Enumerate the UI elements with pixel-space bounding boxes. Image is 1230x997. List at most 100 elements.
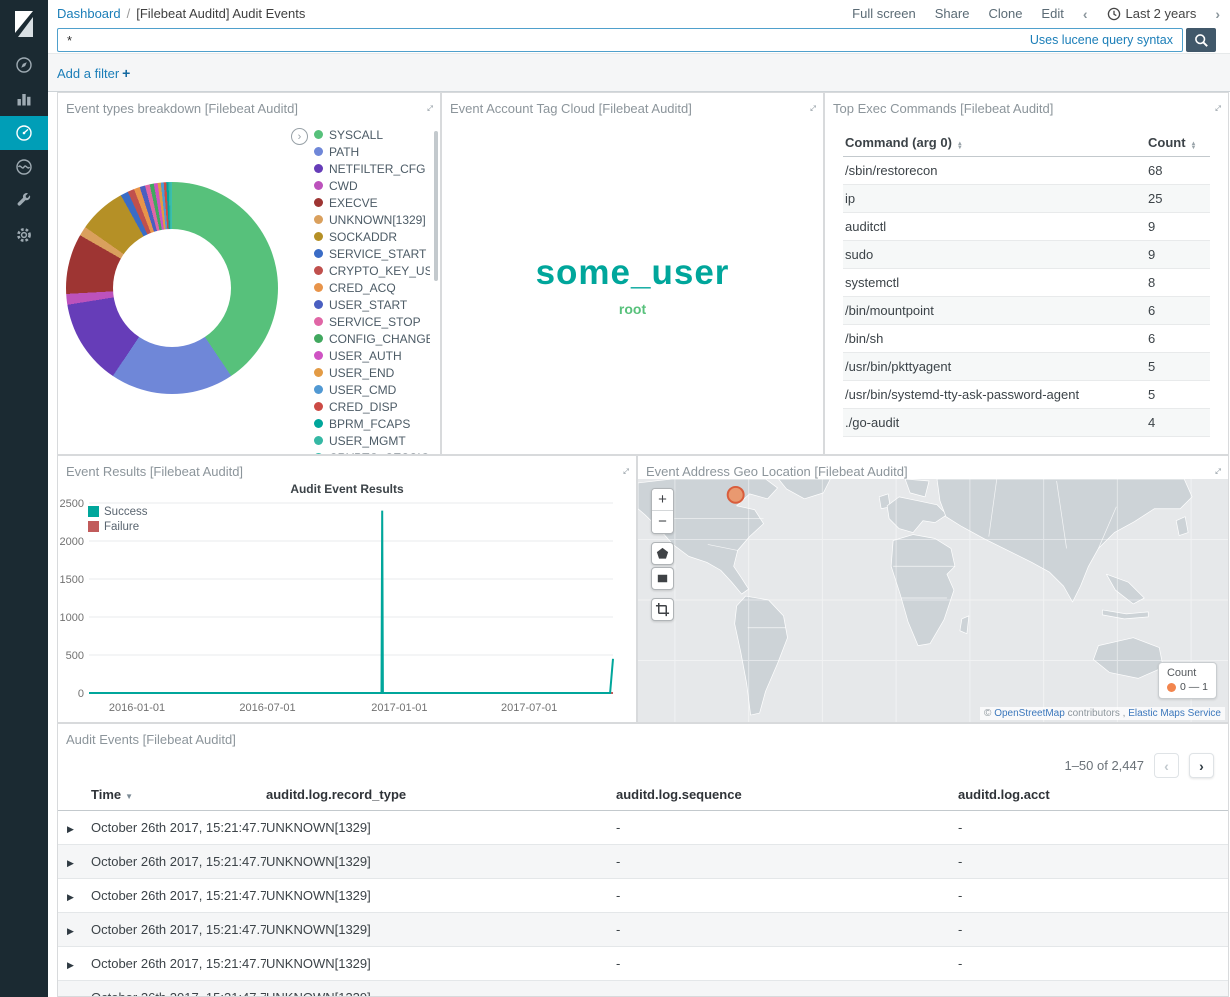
legend-item[interactable]: CWD	[314, 177, 430, 194]
expand-icon: ↔	[1207, 460, 1227, 480]
search-button[interactable]	[1186, 28, 1216, 52]
series-legend-item[interactable]: Failure	[88, 519, 147, 534]
event-results-plot[interactable]: 050010001500200025002016-01-012016-07-01…	[58, 456, 637, 723]
legend-item[interactable]: CRYPTO_KEY_USER	[314, 262, 430, 279]
legend-item[interactable]: CRED_ACQ	[314, 279, 430, 296]
legend-item[interactable]: CRYPTO_SESSION	[314, 449, 430, 454]
legend-item[interactable]: CONFIG_CHANGE	[314, 330, 430, 347]
expand-row-button[interactable]: ▶	[67, 926, 74, 936]
gear-icon	[15, 226, 33, 244]
full-screen-button[interactable]: Full screen	[852, 6, 916, 21]
expand-panel-button[interactable]: ↔	[805, 99, 818, 114]
expand-panel-button[interactable]: ↔	[422, 99, 435, 114]
legend-label: EXECVE	[329, 196, 378, 210]
column-header-count[interactable]: Count▲▼	[1146, 129, 1210, 157]
column-header-command[interactable]: Command (arg 0)▲▼	[843, 129, 1146, 157]
panel-top-exec: Top Exec Commands [Filebeat Auditd] ↔ Co…	[824, 92, 1229, 455]
sidebar-item-timelion[interactable]	[0, 150, 48, 184]
acct-cell: -	[958, 981, 1228, 997]
sidebar-item-dashboard[interactable]	[0, 116, 48, 150]
sidebar-item-management[interactable]	[0, 218, 48, 252]
legend-item[interactable]: SOCKADDR	[314, 228, 430, 245]
series-legend-item[interactable]: Success	[88, 504, 147, 519]
legend-item[interactable]: USER_END	[314, 364, 430, 381]
legend-scrollbar[interactable]	[434, 131, 438, 281]
query-input[interactable]: * Uses lucene query syntax	[57, 28, 1183, 52]
exec-command-cell: /usr/bin/pkttyagent	[843, 353, 1146, 381]
main-chrome: Dashboard / [Filebeat Auditd] Audit Even…	[48, 0, 1230, 997]
draw-polygon-button[interactable]	[651, 542, 674, 565]
exec-table-row: /bin/mountpoint 6	[843, 297, 1210, 325]
legend-item[interactable]: SYSCALL	[314, 126, 430, 143]
openstreetmap-link[interactable]: OpenStreetMap	[994, 708, 1065, 719]
clock-icon	[1107, 7, 1121, 21]
page-title: [Filebeat Auditd] Audit Events	[136, 6, 305, 21]
column-header-sequence[interactable]: auditd.log.sequence	[616, 779, 958, 811]
prev-page-button[interactable]: ‹	[1154, 753, 1179, 778]
geo-map[interactable]: + −	[638, 479, 1228, 722]
time-prev-button[interactable]: ‹	[1083, 6, 1088, 22]
legend-item[interactable]: PATH	[314, 143, 430, 160]
expand-row-button[interactable]: ▶	[67, 892, 74, 902]
audit-events-table: Time▼ auditd.log.record_type auditd.log.…	[58, 779, 1228, 997]
time-cell: October 26th 2017, 15:21:47.728	[91, 947, 266, 981]
clone-button[interactable]: Clone	[988, 6, 1022, 21]
zoom-out-button[interactable]: −	[652, 511, 673, 533]
edit-button[interactable]: Edit	[1041, 6, 1063, 21]
column-header-time[interactable]: Time▼	[91, 779, 266, 811]
time-next-button[interactable]: ›	[1215, 6, 1220, 22]
legend-item[interactable]: SERVICE_START	[314, 245, 430, 262]
expand-panel-button[interactable]: ↔	[618, 462, 631, 477]
expand-panel-button[interactable]: ↔	[1210, 462, 1223, 477]
zoom-in-button[interactable]: +	[652, 489, 673, 511]
share-button[interactable]: Share	[935, 6, 970, 21]
sidebar-item-visualize[interactable]	[0, 82, 48, 116]
app-nav	[0, 48, 48, 252]
exec-command-cell: sudo	[843, 241, 1146, 269]
column-header-acct[interactable]: auditd.log.acct	[958, 779, 1228, 811]
sidebar-item-dev-tools[interactable]	[0, 184, 48, 218]
legend-toggle-button[interactable]: ›	[291, 128, 308, 145]
column-header-record-type[interactable]: auditd.log.record_type	[266, 779, 616, 811]
breadcrumb-dashboard-link[interactable]: Dashboard	[57, 6, 121, 21]
legend-item[interactable]: USER_MGMT	[314, 432, 430, 449]
expand-row-button[interactable]: ▶	[67, 824, 74, 834]
tag-cloud-term[interactable]: some_user	[536, 253, 730, 293]
exec-command-cell: /sbin/restorecon	[843, 157, 1146, 185]
legend-item[interactable]: EXECVE	[314, 194, 430, 211]
next-page-button[interactable]: ›	[1189, 753, 1214, 778]
sequence-cell: -	[616, 845, 958, 879]
pagination-range: 1–50 of 2,447	[1064, 758, 1144, 773]
legend-item[interactable]: BPRM_FCAPS	[314, 415, 430, 432]
lucene-syntax-link[interactable]: Uses lucene query syntax	[1030, 33, 1173, 47]
exec-command-cell: /usr/bin/systemd-tty-ask-password-agent	[843, 381, 1146, 409]
legend-label: SERVICE_STOP	[329, 315, 421, 329]
legend-item[interactable]: USER_START	[314, 296, 430, 313]
exec-table-row: auditctl 9	[843, 213, 1210, 241]
geo-point-marker[interactable]	[728, 487, 744, 503]
expand-row-button[interactable]: ▶	[67, 960, 74, 970]
event-types-donut[interactable]	[66, 182, 278, 394]
legend-item[interactable]: CRED_DISP	[314, 398, 430, 415]
sidebar-item-discover[interactable]	[0, 48, 48, 82]
query-value[interactable]: *	[67, 33, 1030, 48]
legend-item[interactable]: UNKNOWN[1329]	[314, 211, 430, 228]
crop-button[interactable]	[651, 598, 674, 621]
expand-panel-button[interactable]: ↔	[1210, 99, 1223, 114]
tag-cloud-term[interactable]: root	[619, 301, 646, 317]
kibana-logo[interactable]	[0, 0, 48, 48]
legend-item[interactable]: SERVICE_STOP	[314, 313, 430, 330]
bar-chart-icon	[15, 90, 33, 108]
timepicker-button[interactable]: Last 2 years	[1107, 6, 1197, 21]
legend-item[interactable]: USER_AUTH	[314, 347, 430, 364]
legend-dot	[314, 249, 323, 258]
expand-row-button[interactable]: ▶	[67, 858, 74, 868]
acct-cell: -	[958, 845, 1228, 879]
draw-rectangle-button[interactable]	[651, 567, 674, 590]
legend-label: SERVICE_START	[329, 247, 426, 261]
add-filter-button[interactable]: Add a filter+	[57, 65, 130, 81]
legend-item[interactable]: NETFILTER_CFG	[314, 160, 430, 177]
audit-event-row: ▶ October 26th 2017, 15:21:47.728 UNKNOW…	[58, 913, 1228, 947]
elastic-maps-link[interactable]: Elastic Maps Service	[1128, 708, 1221, 719]
legend-item[interactable]: USER_CMD	[314, 381, 430, 398]
